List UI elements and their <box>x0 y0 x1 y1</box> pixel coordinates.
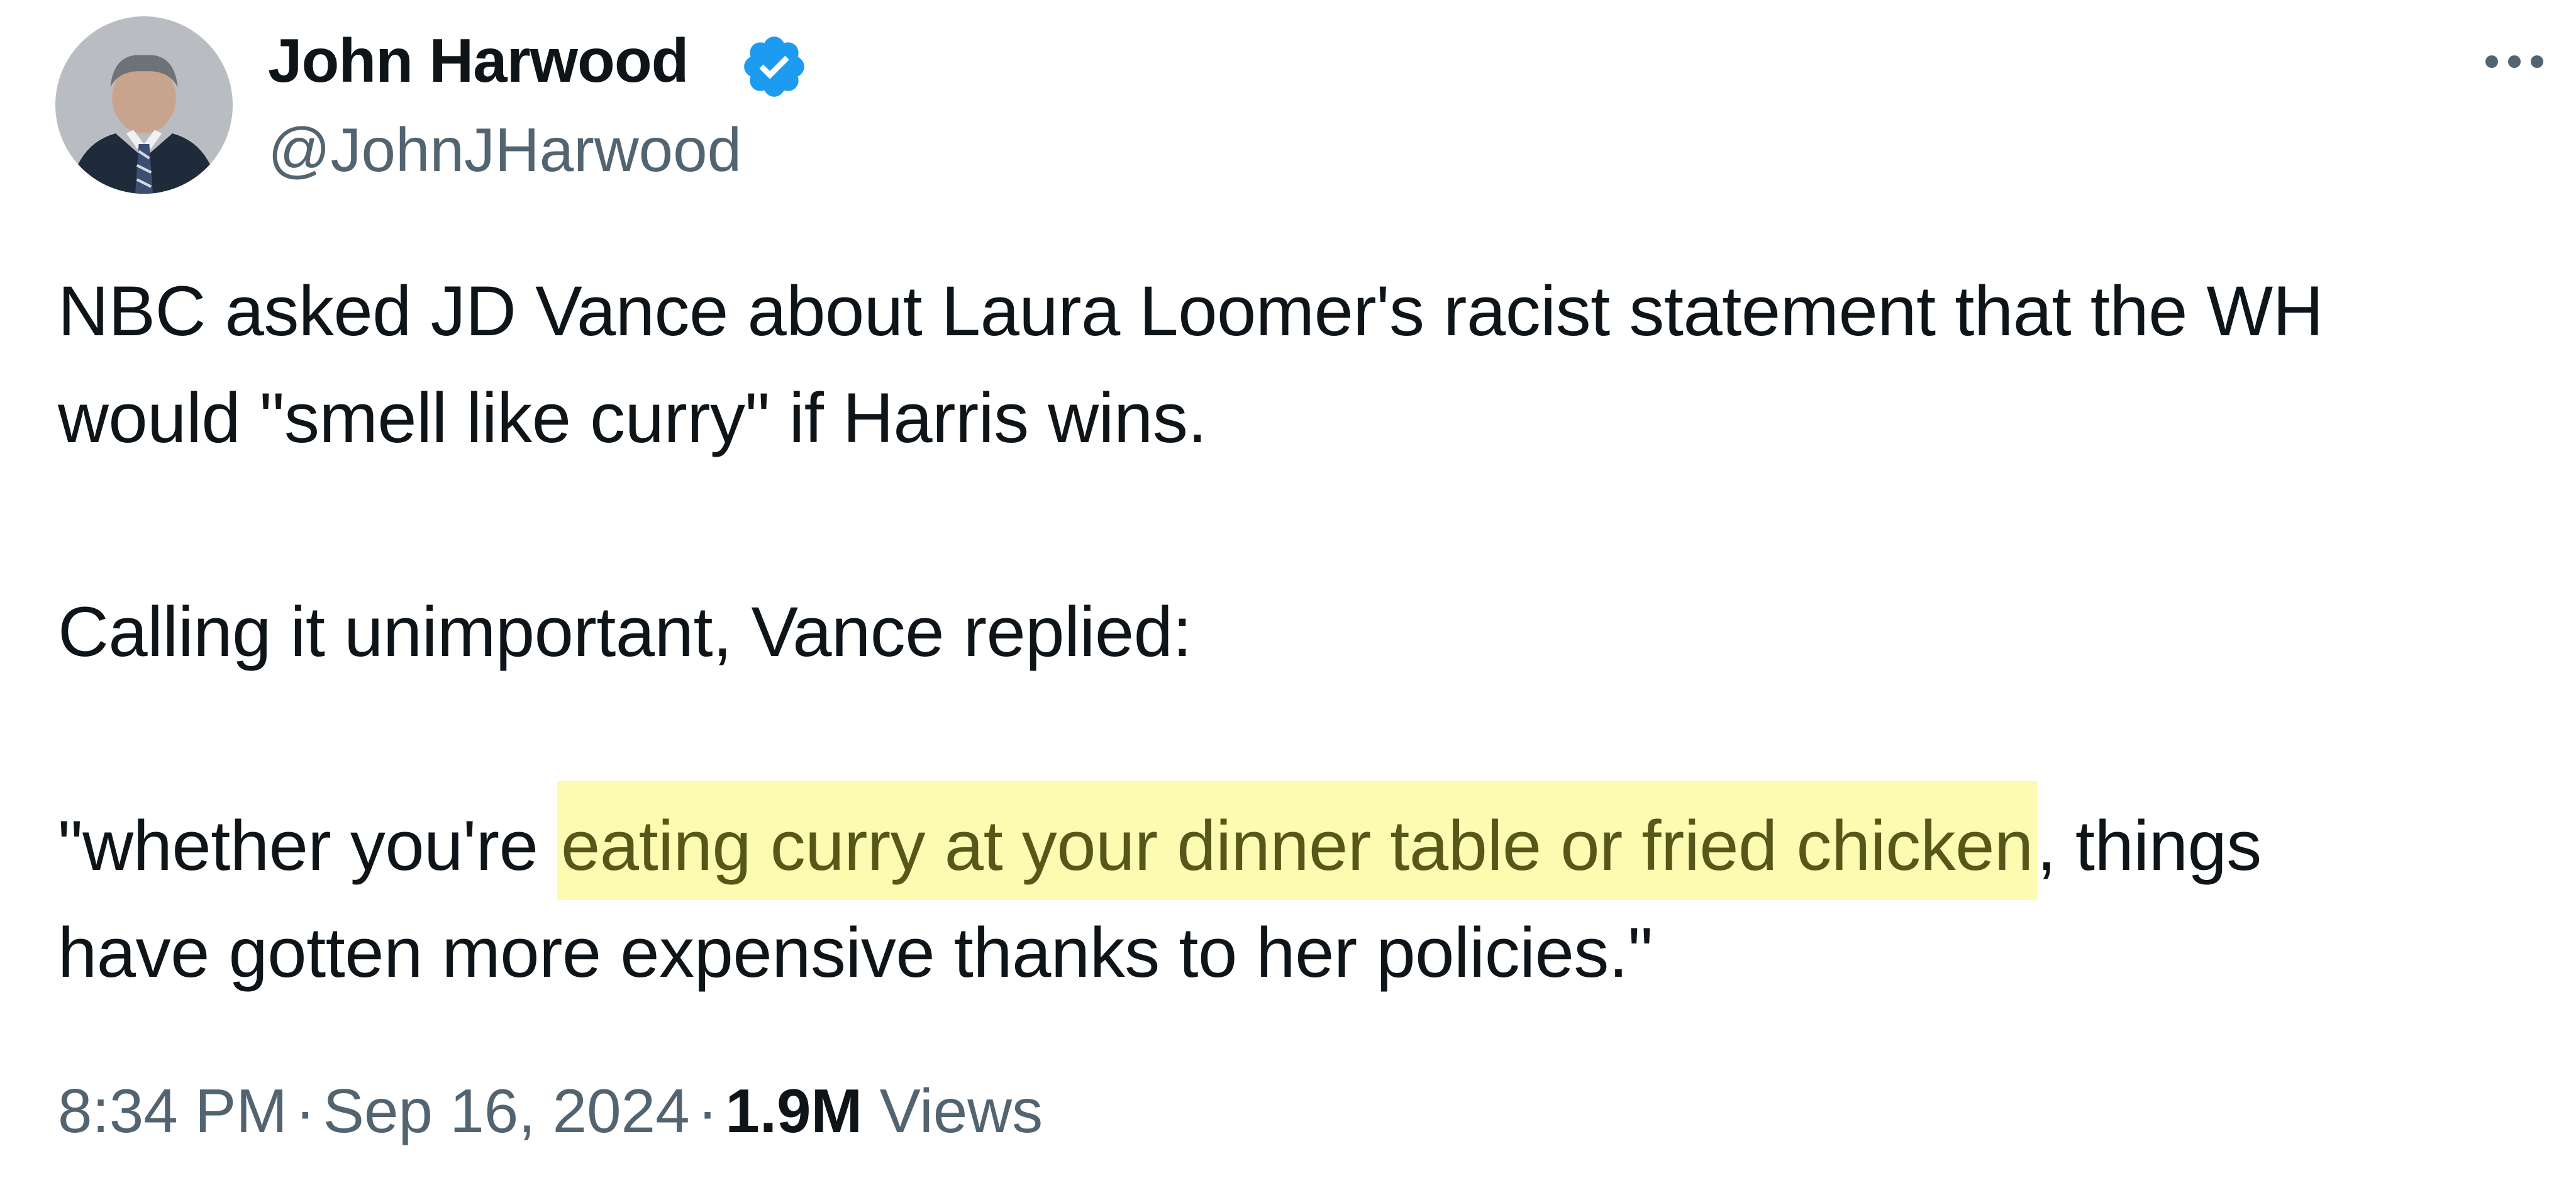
author-display-name[interactable]: John Harwood <box>268 23 689 98</box>
tweet-line: have gotten more expensive thanks to her… <box>58 913 1653 992</box>
avatar-photo <box>55 16 233 194</box>
author-handle[interactable]: @JohnJHarwood <box>268 112 741 187</box>
more-options-icon <box>2485 55 2543 68</box>
more-options-button[interactable] <box>2477 36 2552 87</box>
tweet-meta: 8:34 PM · Sep 16, 2024 · 1.9M Views <box>58 1067 1043 1155</box>
verified-badge-icon <box>739 31 809 102</box>
highlighted-quote: eating curry at your dinner table or fri… <box>557 781 2037 900</box>
tweet-quote-line: "whether you're eating curry at your din… <box>58 781 2567 900</box>
tweet-line: NBC asked JD Vance about Laura Loomer's … <box>58 272 2324 350</box>
quote-text-after: , things <box>2036 806 2262 885</box>
tweet-text: NBC asked JD Vance about Laura Loomer's … <box>58 258 2567 1006</box>
separator-dot: · <box>294 1076 316 1145</box>
avatar[interactable] <box>55 16 233 194</box>
views-label: Views <box>879 1076 1043 1145</box>
separator-dot: · <box>697 1076 718 1145</box>
views-count: 1.9M <box>725 1076 863 1145</box>
tweet-time[interactable]: 8:34 PM <box>58 1076 287 1145</box>
quote-text-before: "whether you're <box>58 806 557 885</box>
tweet-date[interactable]: Sep 16, 2024 <box>323 1076 690 1145</box>
tweet-line: would "smell like curry" if Harris wins. <box>58 379 1207 457</box>
tweet-line: Calling it unimportant, Vance replied: <box>58 592 1192 671</box>
